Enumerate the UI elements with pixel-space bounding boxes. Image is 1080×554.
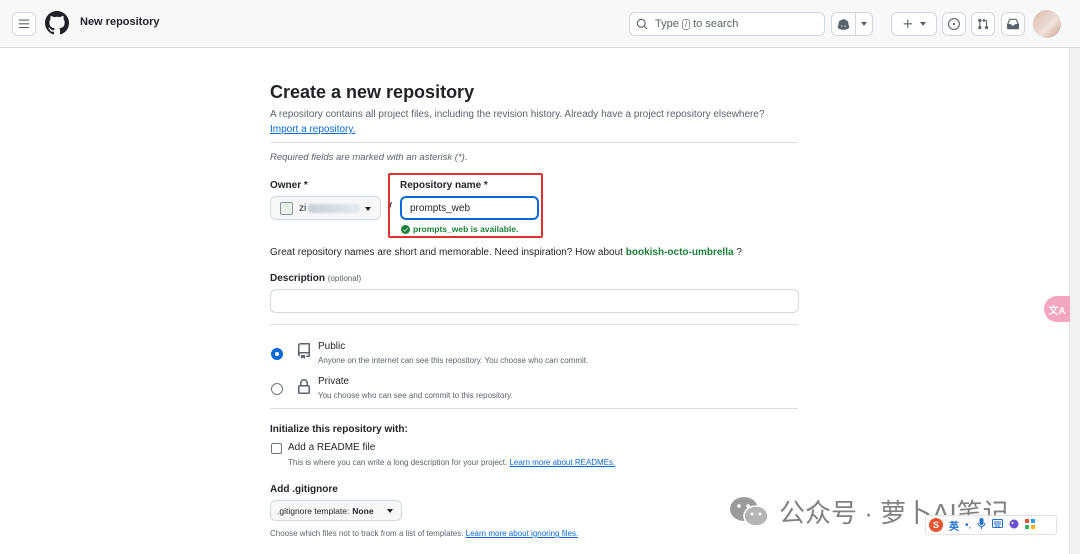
owner-name: zi — [299, 202, 307, 214]
search-icon — [636, 18, 648, 30]
owner-label: Owner * — [270, 180, 308, 191]
inbox-icon — [1007, 18, 1019, 30]
gitignore-learn-more-link[interactable]: Learn more about ignoring files. — [466, 529, 579, 538]
import-repository-link[interactable]: Import a repository. — [270, 124, 355, 135]
menu-button[interactable] — [12, 12, 36, 36]
chevron-down-icon — [387, 509, 393, 513]
copilot-icon — [837, 18, 850, 30]
issues-button[interactable] — [942, 12, 966, 36]
search-prefix: Type — [655, 18, 679, 30]
hamburger-icon — [18, 19, 30, 29]
create-new-button[interactable] — [891, 12, 937, 36]
git-pull-request-icon — [978, 18, 989, 30]
description-label-text: Description — [270, 273, 326, 284]
toolbox-icon[interactable] — [1025, 518, 1036, 532]
gitignore-prefix: .gitignore template: — [277, 505, 350, 516]
punctuation-icon[interactable]: •, — [965, 520, 971, 531]
readme-checkbox[interactable] — [271, 443, 282, 454]
owner-dropdown[interactable]: zi — [270, 196, 381, 220]
divider — [270, 324, 798, 325]
private-option-title: Private — [318, 376, 350, 387]
chevron-down-icon — [920, 22, 926, 26]
pull-requests-button[interactable] — [971, 12, 995, 36]
search-shortcut-key: / — [681, 18, 691, 30]
suggested-name-button[interactable]: bookish-octo-umbrella — [626, 247, 734, 258]
keyboard-icon[interactable] — [992, 519, 1004, 531]
description-label: Description (optional) — [270, 273, 361, 284]
chevron-down-icon — [861, 22, 867, 26]
owner-avatar — [280, 201, 293, 215]
public-option-description: Anyone on the internet can see this repo… — [318, 356, 589, 365]
repo-name-label: Repository name * — [400, 180, 488, 191]
repository-name-input[interactable]: prompts_web — [400, 196, 539, 220]
private-option-description: You choose who can see and commit to thi… — [318, 391, 513, 400]
translate-extension-button[interactable]: 文A — [1044, 296, 1070, 322]
intro-text: A repository contains all project files,… — [270, 109, 765, 120]
ime-language-toggle[interactable]: 英 — [949, 518, 959, 533]
readme-description: This is where you can write a long descr… — [288, 458, 615, 467]
inspiration-text: Great repository names are short and mem… — [270, 247, 623, 258]
public-option-title: Public — [318, 341, 346, 352]
gitignore-value: None — [352, 505, 374, 516]
public-radio[interactable] — [271, 348, 283, 360]
wechat-logo-icon — [730, 496, 769, 527]
copilot-divider — [855, 12, 856, 36]
private-radio[interactable] — [271, 383, 283, 395]
ime-toolbar[interactable]: S 英 •, — [925, 515, 1057, 535]
divider — [270, 142, 798, 143]
gitignore-description-text: Choose which files not to track from a l… — [270, 529, 464, 538]
gitignore-description: Choose which files not to track from a l… — [270, 529, 578, 538]
search-input[interactable]: Type / to search — [629, 12, 825, 36]
description-input[interactable] — [270, 289, 799, 313]
page-title: Create a new repository — [270, 82, 475, 102]
required-fields-note: Required fields are marked with an aster… — [270, 152, 468, 163]
plus-icon — [903, 19, 913, 29]
lock-icon — [298, 379, 310, 394]
divider — [270, 408, 798, 409]
gitignore-heading: Add .gitignore — [270, 484, 338, 495]
user-avatar[interactable] — [1033, 10, 1061, 38]
owner-name-redacted — [308, 203, 361, 213]
repo-icon — [298, 343, 310, 359]
page-intro: A repository contains all project files,… — [270, 107, 800, 137]
availability-text: prompts_web is available. — [413, 224, 519, 234]
gitignore-template-dropdown[interactable]: .gitignore template: None — [270, 500, 402, 521]
readme-learn-more-link[interactable]: Learn more about READMEs. — [509, 458, 615, 467]
name-inspiration: Great repository names are short and mem… — [270, 247, 742, 258]
inspiration-tail: ? — [736, 247, 742, 258]
optional-tag: (optional) — [327, 274, 362, 283]
page-scrollbar[interactable] — [1069, 48, 1080, 554]
global-header: New repository Type / to search — [0, 0, 1080, 48]
readme-label[interactable]: Add a README file — [288, 442, 375, 453]
github-logo-icon[interactable] — [45, 11, 69, 35]
readme-description-text: This is where you can write a long descr… — [288, 458, 508, 467]
check-circle-icon — [401, 224, 410, 234]
search-suffix: to search — [693, 18, 739, 30]
breadcrumb: New repository — [80, 16, 160, 28]
ime-logo: S — [929, 518, 943, 532]
skin-icon[interactable] — [1009, 519, 1019, 532]
availability-message: prompts_web is available. — [401, 224, 518, 234]
chevron-down-icon — [365, 207, 371, 211]
inbox-button[interactable] — [1001, 12, 1025, 36]
copilot-button[interactable] — [831, 12, 873, 36]
issue-opened-icon — [948, 18, 960, 30]
initialize-heading: Initialize this repository with: — [270, 424, 408, 435]
microphone-icon[interactable] — [977, 518, 986, 532]
